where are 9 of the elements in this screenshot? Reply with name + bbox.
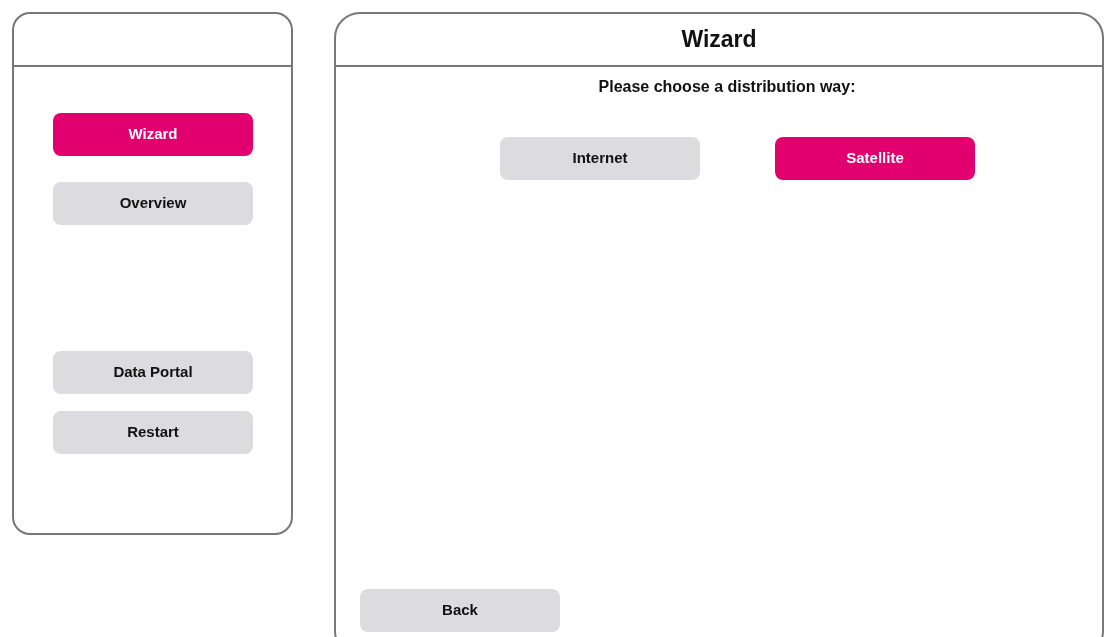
nav-button[interactable]: Overview <box>53 182 253 225</box>
nav-button[interactable]: Wizard <box>53 113 253 156</box>
action-button[interactable]: Restart <box>53 411 253 454</box>
back-button[interactable]: Back <box>360 589 560 632</box>
action-button[interactable]: Data Portal <box>53 351 253 394</box>
prompt-text: Please choose a distribution way: <box>597 77 856 97</box>
option-button[interactable]: Satellite <box>775 137 975 180</box>
option-button[interactable]: Internet <box>500 137 700 180</box>
panel-title: Wizard <box>681 25 757 55</box>
